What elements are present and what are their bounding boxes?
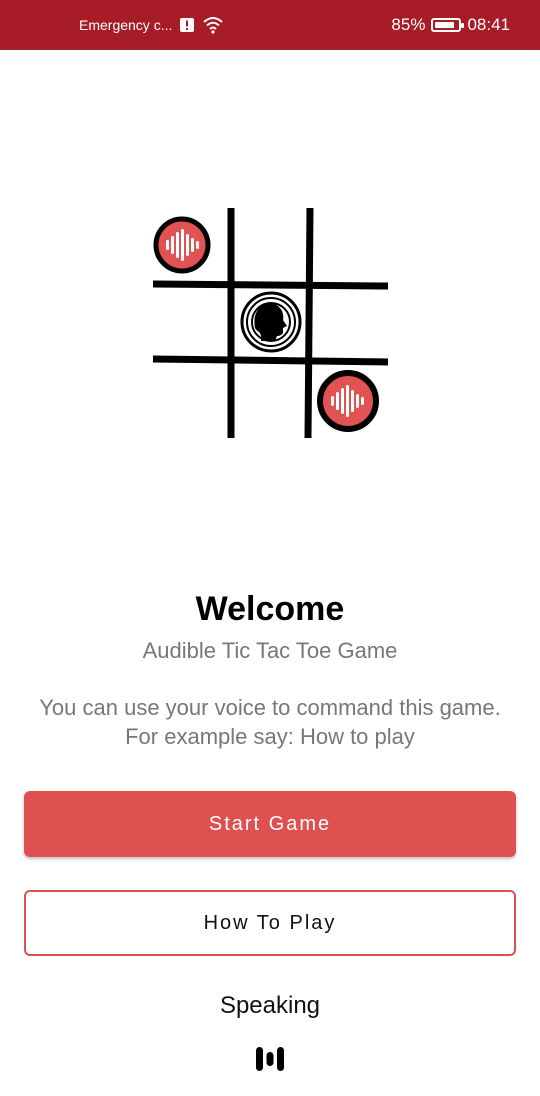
page-title: Welcome bbox=[195, 590, 345, 628]
clock: 08:41 bbox=[467, 15, 510, 34]
status-bar: Emergency c... 85% 08:41 bbox=[0, 0, 540, 50]
voice-instruction-line-2: For example say: How to play bbox=[125, 724, 415, 749]
how-to-play-button[interactable]: How To Play bbox=[24, 890, 516, 956]
tic-tac-toe-illustration bbox=[152, 207, 389, 439]
start-game-button[interactable]: Start Game bbox=[24, 791, 516, 857]
grid-line bbox=[152, 355, 389, 366]
page-subtitle: Audible Tic Tac Toe Game bbox=[142, 638, 398, 663]
sound-wave-token-icon bbox=[153, 216, 211, 274]
start-game-label: Start Game bbox=[208, 812, 332, 835]
tic-tac-toe-logo bbox=[150, 205, 390, 440]
battery-level bbox=[435, 22, 455, 28]
carrier-label: Emergency c... bbox=[79, 17, 173, 33]
status-left: Emergency c... bbox=[79, 0, 224, 50]
wifi-icon bbox=[203, 17, 224, 34]
battery-icon bbox=[431, 18, 465, 32]
grid-line bbox=[152, 280, 389, 290]
voice-wave-icon[interactable] bbox=[255, 1046, 285, 1072]
alert-icon bbox=[180, 18, 195, 32]
battery-percent: 85% bbox=[391, 15, 426, 34]
how-to-play-label: How To Play bbox=[203, 911, 337, 934]
voice-status-label: Speaking bbox=[219, 992, 321, 1019]
voice-instruction-line-1: You can use your voice to command this g… bbox=[39, 695, 501, 720]
grid-line bbox=[304, 207, 314, 439]
status-right: 85% 08:41 bbox=[391, 0, 510, 50]
speaking-head-icon bbox=[240, 291, 302, 353]
sound-wave-token-icon bbox=[317, 370, 379, 432]
